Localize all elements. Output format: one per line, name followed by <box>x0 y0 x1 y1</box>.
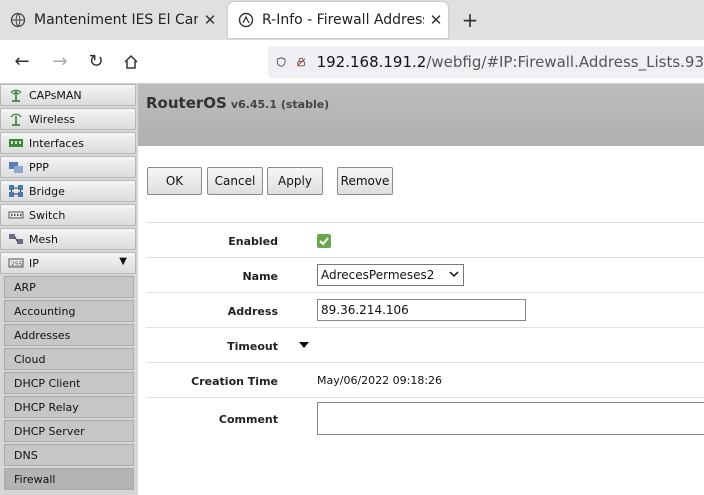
chevron-down-icon <box>449 271 459 278</box>
name-select[interactable]: AdrecesPermeses2 <box>317 264 464 286</box>
sidebar-subitem-accounting[interactable]: Accounting <box>4 300 134 322</box>
divider <box>146 292 704 293</box>
divider <box>146 362 704 363</box>
home-icon[interactable] <box>119 50 143 74</box>
bridge-icon <box>9 185 23 197</box>
sidebar-subitem-label: DHCP Client <box>14 376 81 390</box>
url-text: 192.168.191.2/webfig/#IP:Firewall.Addres… <box>317 53 704 71</box>
creation-time-value: May/06/2022 09:18:26 <box>317 374 443 387</box>
back-arrow-icon[interactable]: ← <box>10 50 34 74</box>
sidebar-subitem-addresses[interactable]: Addresses <box>4 324 134 346</box>
sidebar-menu: CAPsMAN Wireless Interfaces PPP Bridge S… <box>0 84 138 495</box>
divider <box>146 327 704 328</box>
navigation-bar: ← → ↻ 192.168.191.2/webfig/#IP:Firewall.… <box>0 40 704 84</box>
sidebar-item-capsman[interactable]: CAPsMAN <box>0 84 136 106</box>
cancel-button[interactable]: Cancel <box>207 167 263 195</box>
shield-icon <box>276 57 286 67</box>
interfaces-icon <box>9 139 23 147</box>
divider <box>146 397 704 398</box>
enabled-label: Enabled <box>228 235 278 248</box>
wireless-icon <box>10 113 22 126</box>
sidebar-item-wireless[interactable]: Wireless <box>0 108 136 130</box>
url-host: 192.168.191.2 <box>316 53 427 71</box>
close-tab-icon[interactable]: ✕ <box>424 11 448 29</box>
sidebar-item-switch[interactable]: Switch <box>0 204 136 226</box>
comment-textarea[interactable] <box>317 402 704 435</box>
main-panel: RouterOS v6.45.1 (stable) OK Cancel Apply… <box>138 84 704 495</box>
sidebar-subitem-arp[interactable]: ARP <box>4 276 134 298</box>
switch-icon <box>8 211 24 219</box>
mesh-icon <box>9 234 23 244</box>
sidebar-subitem-label: Firewall <box>14 472 56 486</box>
forward-arrow-icon[interactable]: → <box>48 50 72 74</box>
address-bar[interactable]: 192.168.191.2/webfig/#IP:Firewall.Addres… <box>268 46 704 78</box>
mikrotik-logo-icon <box>238 12 254 28</box>
browser-tab-inactive[interactable]: Manteniment IES El Camí ✕ <box>0 2 222 38</box>
ok-button[interactable]: OK <box>147 167 202 195</box>
sidebar-item-label: IP <box>29 256 39 270</box>
remove-button[interactable]: Remove <box>337 167 393 195</box>
sidebar-subitem-dns[interactable]: DNS <box>4 444 134 466</box>
sidebar-subitem-label: DHCP Relay <box>14 400 79 414</box>
sidebar-subitem-dhcp-relay[interactable]: DHCP Relay <box>4 396 134 418</box>
apply-button[interactable]: Apply <box>267 167 323 195</box>
name-select-value: AdrecesPermeses2 <box>321 268 435 282</box>
sidebar-item-label: PPP <box>29 160 49 174</box>
reload-icon[interactable]: ↻ <box>84 50 108 74</box>
browser-tab-bar: Manteniment IES El Camí ✕ R-Info - Firew… <box>0 0 704 40</box>
sidebar-item-label: Bridge <box>29 184 65 198</box>
new-tab-icon[interactable]: + <box>458 8 482 32</box>
chevron-down-icon: ▼ <box>119 256 127 267</box>
page-header: RouterOS v6.45.1 (stable) <box>138 84 704 146</box>
name-label: Name <box>242 270 278 283</box>
sidebar-subitem-dhcp-server[interactable]: DHCP Server <box>4 420 134 442</box>
sidebar-item-interfaces[interactable]: Interfaces <box>0 132 136 154</box>
address-input[interactable]: 89.36.214.106 <box>317 299 526 321</box>
product-title: RouterOS v6.45.1 (stable) <box>146 94 329 112</box>
ppp-icon <box>9 162 23 173</box>
sidebar-subitem-dhcp-client[interactable]: DHCP Client <box>4 372 134 394</box>
sidebar-subitem-label: DHCP Server <box>14 424 85 438</box>
divider <box>146 222 704 223</box>
address-label: Address <box>227 305 278 318</box>
sidebar-item-label: Wireless <box>29 112 76 126</box>
sidebar-subitem-firewall[interactable]: Firewall <box>4 468 134 490</box>
version-label: v6.45.1 (stable) <box>230 98 330 111</box>
sidebar-subitem-label: Cloud <box>14 352 46 366</box>
sidebar-item-label: CAPsMAN <box>29 88 82 102</box>
browser-tab-active[interactable]: R-Info - Firewall Address List ✕ <box>228 2 448 38</box>
url-path: /webfig/#IP:Firewall.Address_Lists.93 <box>426 53 704 71</box>
sidebar-subitem-label: DNS <box>14 448 38 462</box>
sidebar-item-ip[interactable]: 255 IP ▼ <box>0 252 136 274</box>
globe-icon <box>10 12 26 28</box>
comment-label: Comment <box>218 413 278 426</box>
sidebar-item-label: Switch <box>29 208 66 222</box>
checkmark-icon <box>319 237 329 246</box>
sidebar-subitem-label: Addresses <box>14 328 71 342</box>
close-tab-icon[interactable]: ✕ <box>198 11 222 29</box>
expand-triangle-icon[interactable] <box>299 342 309 348</box>
ip-icon: 255 <box>8 258 24 268</box>
sidebar-subitem-label: ARP <box>14 280 36 294</box>
sidebar-item-label: Mesh <box>29 232 58 246</box>
timeout-label: Timeout <box>227 340 278 353</box>
sidebar-item-ppp[interactable]: PPP <box>0 156 136 178</box>
tab-title: R-Info - Firewall Address List <box>262 12 424 28</box>
enabled-checkbox[interactable] <box>317 234 331 248</box>
creation-time-label: Creation Time <box>191 375 278 388</box>
divider <box>146 257 704 258</box>
sidebar-item-mesh[interactable]: Mesh <box>0 228 136 250</box>
svg-text:255: 255 <box>11 261 23 268</box>
sidebar-item-label: Interfaces <box>29 136 84 150</box>
sidebar-subitem-cloud[interactable]: Cloud <box>4 348 134 370</box>
product-name: RouterOS <box>146 94 227 112</box>
capsman-icon <box>10 89 22 102</box>
tab-title: Manteniment IES El Camí <box>34 12 198 28</box>
sidebar-item-bridge[interactable]: Bridge <box>0 180 136 202</box>
sidebar-subitem-label: Accounting <box>14 304 76 318</box>
insecure-lock-icon <box>297 57 306 67</box>
